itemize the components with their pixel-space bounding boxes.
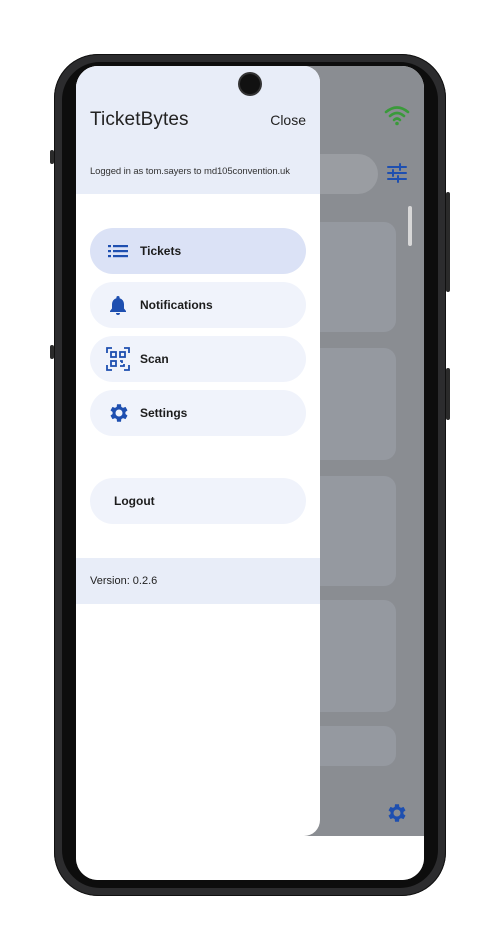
navigation-drawer: TicketBytes Close Logged in as tom.sayer… (76, 66, 320, 836)
side-notch (50, 150, 54, 164)
nav-label-settings: Settings (140, 406, 188, 420)
nav-item-tickets[interactable]: Tickets (90, 228, 306, 274)
logged-in-text: Logged in as tom.sayers to md105conventi… (90, 166, 290, 177)
logout-button[interactable]: Logout (90, 478, 306, 524)
nav-item-settings[interactable]: Settings (90, 390, 306, 436)
volume-button (446, 368, 450, 420)
logout-label: Logout (114, 494, 155, 508)
nav-item-scan[interactable]: Scan (90, 336, 306, 382)
nav-item-notifications[interactable]: Notifications (90, 282, 306, 328)
scrollbar (408, 206, 412, 246)
close-button[interactable]: Close (270, 112, 306, 128)
app-title: TicketBytes (90, 109, 189, 130)
filter-icon (386, 162, 408, 189)
list-icon (106, 239, 130, 263)
power-button (446, 192, 450, 292)
wifi-icon (384, 104, 410, 131)
bell-icon (106, 293, 130, 317)
phone-screen: TicketBytes Close Logged in as tom.sayer… (76, 66, 424, 880)
nav-label-tickets: Tickets (140, 244, 182, 258)
nav-label-scan: Scan (140, 352, 169, 366)
gear-icon (384, 801, 408, 830)
bottom-bar (76, 836, 424, 880)
qr-scan-icon (106, 347, 130, 371)
nav-label-notifications: Notifications (140, 298, 213, 312)
side-notch (50, 345, 54, 359)
front-camera (240, 74, 260, 94)
drawer-header: TicketBytes Close Logged in as tom.sayer… (76, 66, 320, 194)
version-text: Version: 0.2.6 (90, 575, 158, 587)
version-bar: Version: 0.2.6 (76, 558, 320, 604)
gear-icon (106, 401, 130, 425)
